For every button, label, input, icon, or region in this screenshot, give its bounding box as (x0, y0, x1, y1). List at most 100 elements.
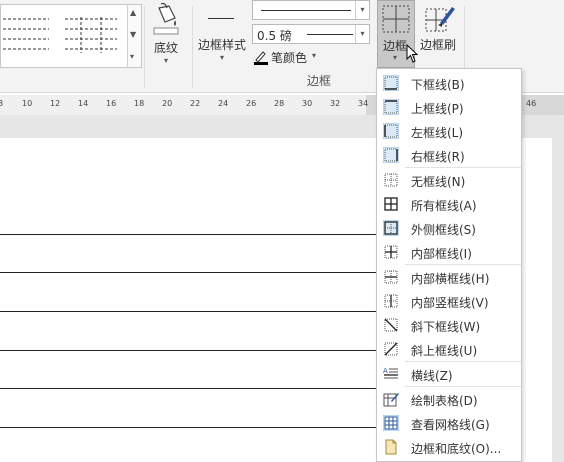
borders-icon (382, 5, 410, 33)
gallery-scroll-down-icon[interactable]: ▼ (130, 30, 136, 39)
pen-weight-value: 0.5 磅 (257, 29, 292, 43)
menu-item-right-border[interactable]: 右框线(R) (378, 143, 521, 167)
view-gridlines-icon (383, 415, 399, 431)
bottom-border-icon (383, 75, 399, 91)
pen-style-dropdown-caret[interactable]: ▾ (355, 1, 369, 19)
menu-item-label: 绘制表格(D) (411, 394, 478, 408)
borders-group-label: 边框 (307, 74, 332, 88)
menu-item-left-border[interactable]: 左框线(L) (378, 119, 521, 143)
menu-item-label: 内部框线(I) (411, 247, 472, 261)
pen-color-dropdown-caret: ▾ (312, 51, 317, 60)
gallery-scroll-up-icon[interactable]: ▲ (130, 8, 136, 17)
gallery-more-icon[interactable]: ▾ (130, 52, 134, 61)
inside-horizontal-border-icon (384, 270, 398, 284)
border-painter-icon (425, 7, 455, 32)
borders-dropdown-menu: 下框线(B) 上框线(P) 左框线(L) 右框线(R) 无框线(N) 所有框线(… (376, 68, 522, 462)
pen-weight-dropdown[interactable]: 0.5 磅 ▾ (252, 24, 370, 44)
ruler-tick: 34 (358, 99, 369, 108)
pen-weight-line (307, 34, 353, 35)
ruler-tick: 8 (0, 99, 4, 108)
menu-item-label: 下框线(B) (411, 78, 465, 92)
menu-item-label: 无框线(N) (411, 175, 466, 189)
menu-item-label: 斜上框线(U) (411, 344, 478, 358)
horizontal-line-icon: A (383, 367, 398, 379)
pen-color-icon (254, 51, 268, 65)
menu-item-label: 查看网格线(G) (411, 418, 490, 432)
ruler-tick: 20 (162, 99, 173, 108)
draw-table-icon (383, 393, 399, 407)
menu-item-inside-horizontal-border[interactable]: 内部横框线(H) (378, 265, 521, 289)
ruler-tick: 22 (190, 99, 201, 108)
menu-item-label: 左框线(L) (411, 126, 464, 140)
ribbon-separator (192, 6, 193, 88)
menu-item-diagonal-up-border[interactable]: 斜上框线(U) (378, 337, 521, 361)
borders-label: 边框 (383, 39, 408, 53)
diagonal-down-border-icon (384, 318, 398, 332)
menu-item-top-border[interactable]: 上框线(P) (378, 95, 521, 119)
pen-color-button[interactable]: 笔颜色 ▾ (252, 48, 322, 66)
ruler-tick: 32 (330, 99, 341, 108)
borders-and-shading-icon (385, 439, 397, 455)
menu-item-label: 上框线(P) (411, 102, 464, 116)
ruler-tick: 26 (246, 99, 257, 108)
outside-borders-icon (383, 220, 399, 236)
menu-item-label: 外侧框线(S) (411, 223, 476, 237)
table-border-line (0, 427, 380, 428)
table-border-line (0, 350, 380, 351)
menu-item-horizontal-line[interactable]: A 横线(Z) (378, 362, 521, 386)
border-styles-button[interactable]: 边框样式 ▾ (196, 2, 248, 62)
table-border-line (0, 311, 380, 312)
table-styles-gallery[interactable]: ▲ ▼ ▾ (0, 4, 142, 68)
ribbon-separator (144, 6, 145, 88)
ruler-tick: 28 (274, 99, 285, 108)
ruler-tick: 18 (134, 99, 145, 108)
menu-item-inside-borders[interactable]: 内部框线(I) (378, 240, 521, 264)
menu-item-inside-vertical-border[interactable]: 内部竖框线(V) (378, 289, 521, 313)
menu-item-outside-borders[interactable]: 外侧框线(S) (378, 216, 521, 240)
table-border-line (0, 234, 380, 235)
shading-label: 底纹 (153, 41, 178, 55)
shading-dropdown-caret: ▾ (163, 56, 168, 65)
table-style-thumbnail[interactable] (63, 15, 119, 55)
ruler-tick: 46 (526, 99, 537, 108)
top-border-icon (383, 99, 399, 115)
ruler-tick: 30 (302, 99, 313, 108)
ruler-tick: 24 (218, 99, 229, 108)
menu-item-view-gridlines[interactable]: 查看网格线(G) (378, 411, 521, 435)
menu-item-draw-table[interactable]: 绘制表格(D) (378, 387, 521, 411)
border-style-preview (196, 2, 248, 36)
mouse-cursor-icon (406, 44, 419, 63)
inside-vertical-border-icon (384, 294, 398, 308)
paint-bucket-icon (153, 2, 179, 35)
menu-item-label: 右框线(R) (411, 150, 465, 164)
pen-weight-dropdown-caret[interactable]: ▾ (355, 25, 369, 43)
menu-item-bottom-border[interactable]: 下框线(B) (378, 71, 521, 95)
right-border-icon (383, 147, 399, 163)
table-style-thumbnail[interactable] (1, 15, 51, 55)
ruler-tick: 14 (78, 99, 89, 108)
border-styles-label: 边框样式 (197, 38, 246, 52)
pen-style-dropdown[interactable]: ▾ (252, 0, 370, 20)
borders-dropdown-caret: ▾ (393, 53, 398, 62)
menu-item-borders-and-shading[interactable]: 边框和底纹(O)... (378, 435, 521, 459)
svg-text:A: A (383, 367, 388, 375)
shading-button[interactable]: 底纹 ▾ (149, 2, 183, 65)
ruler-tick: 16 (106, 99, 117, 108)
menu-item-label: 斜下框线(W) (411, 320, 481, 334)
menu-item-no-border[interactable]: 无框线(N) (378, 168, 521, 192)
menu-item-label: 内部竖框线(V) (411, 296, 489, 310)
menu-item-label: 内部横框线(H) (411, 272, 490, 286)
border-painter-button[interactable]: 边框刷 (418, 0, 462, 68)
border-styles-dropdown-caret: ▾ (219, 53, 224, 62)
ruler-tick: 10 (22, 99, 33, 108)
menu-item-label: 横线(Z) (411, 369, 453, 383)
pen-color-label: 笔颜色 (271, 51, 308, 65)
inside-borders-icon (384, 245, 398, 259)
ruler-tick: 12 (50, 99, 61, 108)
gallery-scrollbar[interactable]: ▲ ▼ ▾ (127, 5, 141, 67)
menu-item-diagonal-down-border[interactable]: 斜下框线(W) (378, 313, 521, 337)
table-border-line (0, 388, 380, 389)
table-border-line (0, 272, 380, 273)
left-border-icon (383, 123, 399, 139)
menu-item-all-borders[interactable]: 所有框线(A) (378, 192, 521, 216)
